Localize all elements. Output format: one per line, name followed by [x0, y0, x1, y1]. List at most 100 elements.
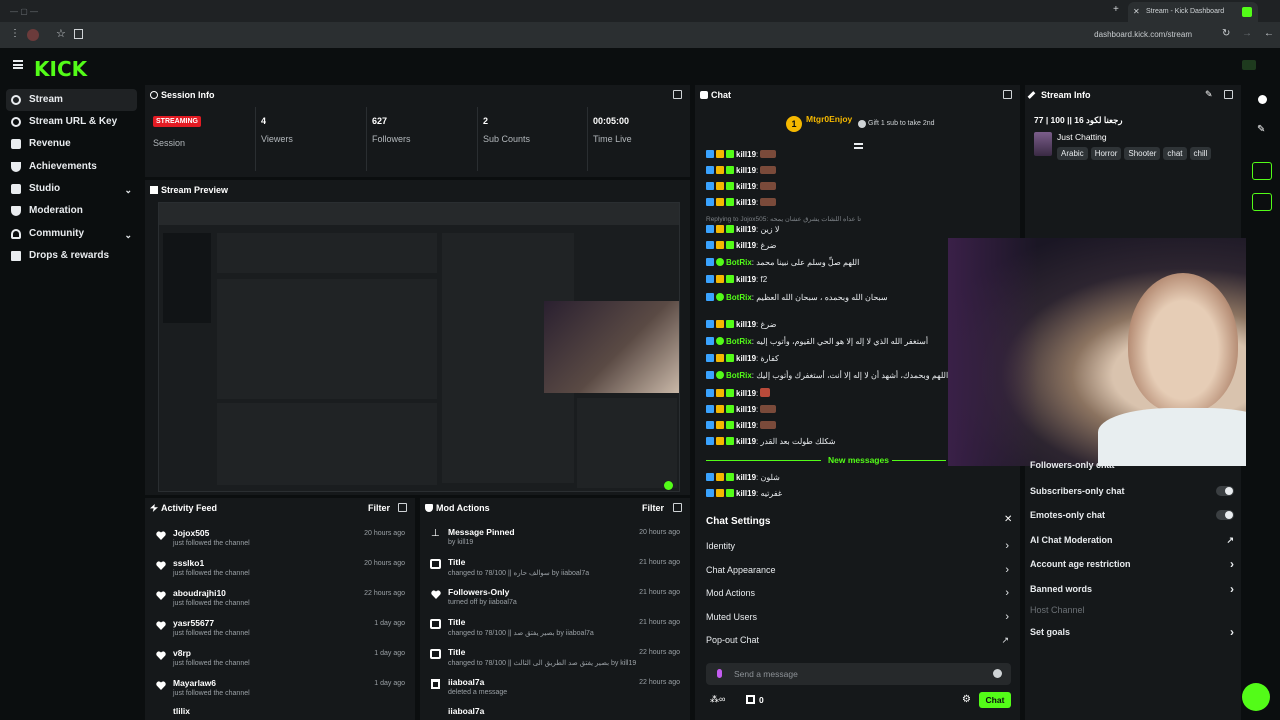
toggle-switch[interactable] [1216, 510, 1234, 520]
stream-video[interactable] [158, 202, 680, 492]
popout-icon[interactable] [398, 503, 407, 512]
tag[interactable]: Horror [1090, 147, 1122, 160]
chat-username[interactable]: kill19 [736, 421, 756, 430]
chat-username[interactable]: kill19 [736, 389, 756, 398]
chat-username[interactable]: kill19 [736, 182, 756, 191]
chat-message: kill19: [706, 182, 777, 196]
category-name[interactable]: Just Chatting [1057, 132, 1107, 142]
follower-name[interactable]: Mayarlaw6 [173, 678, 216, 688]
follower-name[interactable]: Jojox505 [173, 528, 209, 538]
close-tab-icon[interactable]: ✕ [1133, 2, 1140, 22]
chat-username[interactable]: kill19 [736, 225, 756, 234]
setting-set-goals[interactable]: Set goals › [1030, 622, 1238, 642]
chat-username[interactable]: kill19 [736, 275, 756, 284]
follower-name[interactable]: aboudrajhi10 [173, 588, 226, 598]
setting-followers-only[interactable]: Followers-only chat [1030, 458, 1238, 470]
new-tab-button[interactable]: + [1113, 4, 1119, 15]
setting-ai-moderation[interactable]: AI Chat Moderation ↗ [1030, 530, 1238, 550]
chat-username[interactable]: kill19 [736, 150, 756, 159]
sidebar-item-studio[interactable]: Studio ⌄ [6, 178, 137, 200]
crown-icon [716, 389, 724, 397]
setting-subscribers-only[interactable]: Subscribers-only chat [1030, 481, 1238, 501]
chat-username[interactable]: kill19 [736, 405, 756, 414]
chat-username[interactable]: kill19 [736, 354, 756, 363]
setting-account-age[interactable]: Account age restriction › [1030, 554, 1238, 574]
screen-toggle-icon[interactable] [1252, 162, 1272, 180]
setting-popout-chat[interactable]: Pop-out Chat ↗ [706, 630, 1011, 650]
follower-name[interactable]: v8rp [173, 648, 191, 658]
gear-icon[interactable]: ⚙ [962, 694, 971, 705]
scroll-down-icon[interactable] [854, 143, 863, 149]
chat-username[interactable]: BotRix [726, 371, 752, 380]
sidebar-item-achievements[interactable]: Achievements [6, 156, 137, 178]
external-link-icon: ↗ [1226, 535, 1234, 545]
sub-badge-icon [726, 489, 734, 497]
new-messages-divider[interactable]: New messages [706, 455, 946, 467]
sidebar-item-drops[interactable]: Drops & rewards [6, 245, 137, 267]
url-field[interactable]: dashboard.kick.com/stream [1094, 30, 1192, 39]
reload-icon[interactable]: ↻ [1222, 28, 1230, 39]
edit-icon[interactable]: ✎ [1205, 89, 1213, 100]
chat-send-button[interactable]: Chat [979, 692, 1011, 708]
badge-icon [706, 405, 714, 413]
sidebar-item-stream-url[interactable]: Stream URL & Key [6, 111, 137, 133]
chat-username[interactable]: kill19 [736, 320, 756, 329]
tag[interactable]: chill [1189, 147, 1212, 160]
chat-username[interactable]: BotRix [726, 258, 752, 267]
popout-icon[interactable] [1003, 90, 1012, 99]
star-icon[interactable]: ☆ [56, 27, 66, 40]
tag[interactable]: Shooter [1124, 147, 1161, 160]
follower-name[interactable]: ssslko1 [173, 558, 204, 568]
heart-icon [156, 561, 166, 570]
users-icon[interactable]: ⁂∞ [710, 694, 725, 705]
close-icon[interactable]: ✕ [1004, 514, 1012, 525]
popout-icon[interactable] [1224, 90, 1233, 99]
chat-username[interactable]: kill19 [736, 473, 756, 482]
setting-chat-appearance[interactable]: Chat Appearance › [706, 560, 1011, 580]
send-message-input[interactable]: Send a message [706, 663, 1011, 685]
lightning-icon[interactable] [1252, 193, 1272, 211]
help-chat-icon[interactable] [1242, 683, 1270, 711]
sidebar-item-revenue[interactable]: Revenue [6, 133, 137, 155]
follower-name[interactable]: yasr55677 [173, 618, 214, 628]
menu-dots-icon[interactable]: ⋮ [10, 28, 20, 39]
pencil-icon[interactable]: ✎ [1257, 124, 1265, 135]
chat-username[interactable]: BotRix [726, 337, 752, 346]
toggle-switch[interactable] [1216, 486, 1234, 496]
chat-username[interactable]: kill19 [736, 166, 756, 175]
store-icon[interactable] [746, 695, 755, 704]
chat-username[interactable]: kill19 [736, 489, 756, 498]
sidebar-item-community[interactable]: Community ⌄ [6, 223, 137, 245]
emoji-icon[interactable] [993, 669, 1002, 678]
user-avatar[interactable] [1242, 60, 1256, 70]
setting-muted-users[interactable]: Muted Users › [706, 607, 1011, 627]
chat-username[interactable]: BotRix [726, 293, 752, 302]
setting-emotes-only[interactable]: Emotes-only chat [1030, 505, 1238, 525]
info-icon[interactable] [1258, 95, 1267, 104]
filter-button[interactable]: Filter [642, 503, 664, 513]
tag[interactable]: chat [1163, 147, 1187, 160]
popout-icon[interactable] [673, 90, 682, 99]
sidebar-item-moderation[interactable]: Moderation [6, 200, 137, 222]
back-icon[interactable]: ← [1264, 28, 1274, 39]
chat-username[interactable]: kill19 [736, 437, 756, 446]
chat-message: kill19: [706, 388, 771, 402]
sidebar-item-stream[interactable]: Stream [6, 89, 137, 111]
hamburger-menu-icon[interactable] [13, 60, 23, 69]
profile-avatar-icon[interactable] [27, 29, 39, 41]
setting-identity[interactable]: Identity › [706, 536, 1011, 556]
filter-button[interactable]: Filter [368, 503, 390, 513]
popout-icon[interactable] [673, 503, 682, 512]
follower-name[interactable]: tlilix [173, 706, 190, 716]
chat-username[interactable]: kill19 [736, 198, 756, 207]
setting-mod-actions[interactable]: Mod Actions › [706, 583, 1011, 603]
pinned-username[interactable]: Mtgr0Enjoy [806, 114, 852, 124]
window-controls[interactable]: — ▢ — [10, 7, 70, 16]
chat-username[interactable]: kill19 [736, 241, 756, 250]
extension-icon[interactable] [74, 29, 83, 39]
kick-logo[interactable]: KICK [34, 57, 87, 81]
forward-icon[interactable]: → [1242, 28, 1252, 39]
tag[interactable]: Arabic [1057, 147, 1088, 160]
setting-banned-words[interactable]: Banned words › [1030, 579, 1238, 599]
browser-tab[interactable]: ✕ Stream - Kick Dashboard [1128, 2, 1258, 22]
